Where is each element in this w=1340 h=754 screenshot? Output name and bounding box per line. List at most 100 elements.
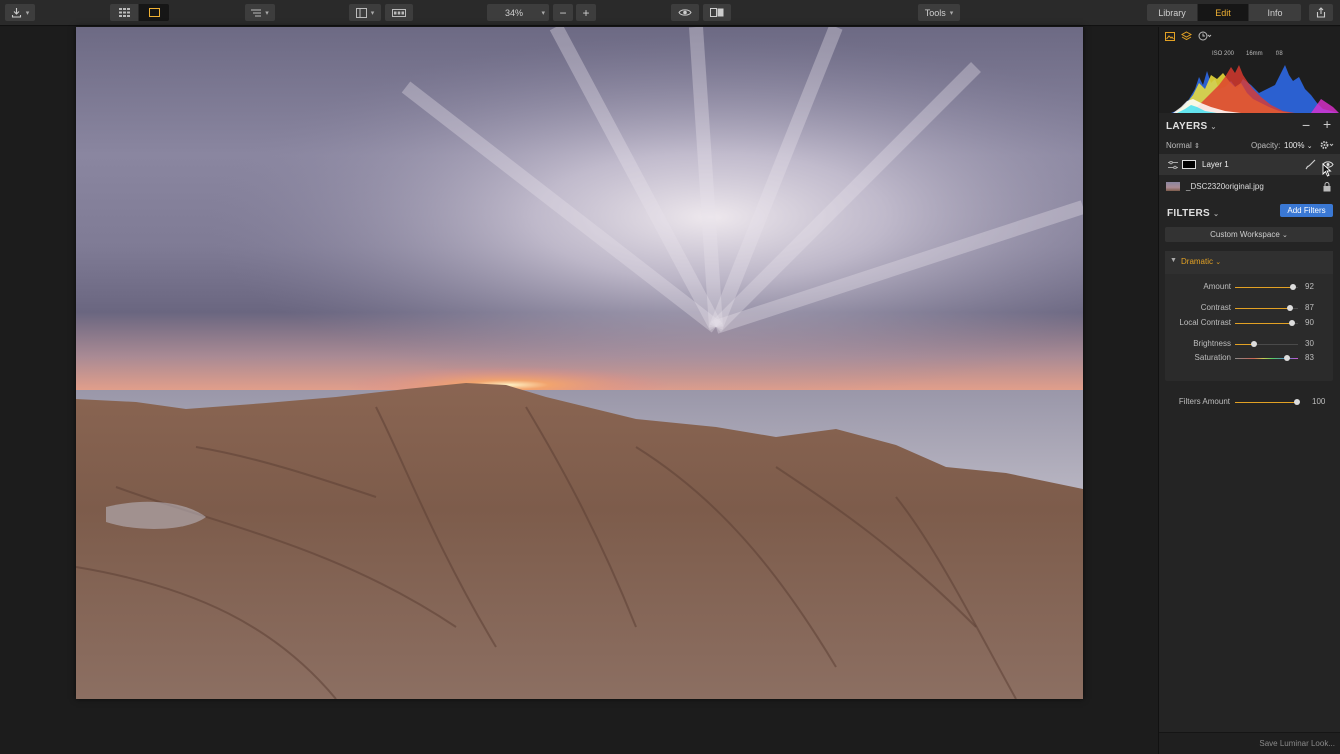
collapse-icon[interactable]: ▼ <box>1170 257 1177 264</box>
slider-contrast[interactable]: Contrast 87 <box>1159 301 1340 315</box>
histogram-area: ISO 200 16mm f/8 <box>1159 27 1340 113</box>
photo-preview[interactable] <box>76 27 1083 699</box>
panel-layout-button[interactable]: ▾ <box>349 4 381 21</box>
slider-fill <box>1235 323 1292 324</box>
layer-name: Layer 1 <box>1202 160 1229 169</box>
slider-label: Saturation <box>1194 353 1231 362</box>
slider-handle[interactable] <box>1250 341 1257 347</box>
download-icon <box>11 8 21 18</box>
slider-label: Filters Amount <box>1178 397 1230 406</box>
image-icon[interactable] <box>1165 31 1175 41</box>
exif-aperture: f/8 <box>1276 51 1283 57</box>
share-icon <box>1316 7 1326 18</box>
eye-icon <box>678 9 692 16</box>
grid-icon <box>118 8 130 17</box>
tab-edit[interactable]: Edit <box>1198 4 1249 21</box>
share-button[interactable] <box>1309 4 1333 21</box>
zoom-in-button[interactable]: + <box>576 4 596 21</box>
slider-local-contrast[interactable]: Local Contrast 90 <box>1159 316 1340 330</box>
slider-saturation[interactable]: Saturation 83 <box>1159 351 1340 365</box>
updown-icon: ⇕ <box>1194 143 1200 150</box>
slider-label: Amount <box>1203 282 1231 291</box>
slider-handle[interactable] <box>1288 320 1295 326</box>
slider-label: Contrast <box>1200 303 1231 312</box>
slider-track[interactable] <box>1235 399 1300 405</box>
blend-mode-select[interactable]: Normal ⇕ <box>1166 141 1200 150</box>
compare-button[interactable] <box>703 4 731 21</box>
zoom-out-button[interactable]: − <box>553 4 573 21</box>
cursor-icon <box>1322 163 1332 177</box>
chevron-down-icon: ⌄ <box>1213 211 1220 218</box>
slider-track[interactable] <box>1235 320 1298 326</box>
slider-handle[interactable] <box>1286 305 1293 311</box>
layer-row-2[interactable]: _DSC2320original.jpg <box>1159 176 1340 197</box>
slider-handle[interactable] <box>1294 399 1300 405</box>
slider-brightness[interactable]: Brightness 30 <box>1159 337 1340 351</box>
slider-track[interactable] <box>1235 284 1298 290</box>
remove-layer-button[interactable]: − <box>1302 117 1310 133</box>
compare-icon <box>710 8 724 17</box>
filmstrip-icon <box>392 8 406 17</box>
tools-menu[interactable]: Tools ▾ <box>918 4 960 21</box>
top-toolbar: ▾ ▾ ▾ 34% ▾ − + Tools ▾ Library Edit Inf… <box>0 0 1340 26</box>
layers-icon[interactable] <box>1181 31 1192 41</box>
histogram-chart <box>1171 65 1339 113</box>
slider-track[interactable] <box>1235 305 1298 311</box>
filter-name[interactable]: Dramatic ⌄ <box>1181 257 1221 266</box>
layer-thumbnail <box>1166 182 1180 191</box>
opacity-select[interactable]: 100% ⌄ <box>1284 141 1313 150</box>
gear-icon[interactable] <box>1320 140 1334 150</box>
save-look-button[interactable]: Save Luminar Look... <box>1259 739 1335 748</box>
filmstrip-button[interactable] <box>385 4 413 21</box>
panel-tabs <box>1165 31 1212 41</box>
slider-value: 90 <box>1305 318 1314 327</box>
export-button[interactable]: ▾ <box>5 4 35 21</box>
slider-filters-amount[interactable]: Filters Amount 100 <box>1159 395 1340 409</box>
zoom-value: 34% <box>505 7 524 18</box>
slider-value: 87 <box>1305 303 1314 312</box>
workspace-select[interactable]: Custom Workspace ⌄ <box>1165 227 1333 242</box>
slider-handle[interactable] <box>1284 355 1291 361</box>
chevron-down-icon: ▾ <box>541 9 545 17</box>
slider-label: Brightness <box>1193 339 1231 348</box>
lock-icon <box>1323 182 1331 192</box>
view-mode-toggle <box>110 4 169 21</box>
slider-value: 92 <box>1305 282 1314 291</box>
tab-info[interactable]: Info <box>1249 4 1301 21</box>
chevron-down-icon: ▾ <box>370 9 375 17</box>
slider-fill <box>1235 308 1290 309</box>
grid-view-button[interactable] <box>110 4 139 21</box>
slider-value: 83 <box>1305 353 1314 362</box>
filters-title[interactable]: FILTERS ⌄ <box>1167 208 1219 219</box>
single-view-icon <box>148 8 160 17</box>
slider-value: 100 <box>1312 397 1326 406</box>
tools-label: Tools <box>924 7 946 18</box>
mode-tabs: Library Edit Info <box>1147 4 1301 21</box>
brush-icon[interactable] <box>1305 159 1316 170</box>
layer-thumbnail <box>1182 160 1196 169</box>
list-icon <box>251 9 262 16</box>
landscape-photo <box>76 27 1083 699</box>
preview-button[interactable] <box>671 4 699 21</box>
slider-amount[interactable]: Amount 92 <box>1159 280 1340 294</box>
single-view-button[interactable] <box>139 4 169 21</box>
add-filters-button[interactable]: Add Filters <box>1280 204 1333 217</box>
add-layer-button[interactable]: + <box>1323 116 1331 132</box>
layers-title[interactable]: LAYERS ⌄ <box>1166 121 1217 132</box>
slider-track[interactable] <box>1235 355 1298 361</box>
sort-button[interactable]: ▾ <box>245 4 275 21</box>
layer-name: _DSC2320original.jpg <box>1186 182 1264 191</box>
history-icon[interactable] <box>1198 31 1212 41</box>
slider-track[interactable] <box>1235 341 1298 347</box>
tab-library[interactable]: Library <box>1147 4 1198 21</box>
chevron-down-icon: ⌄ <box>1215 259 1222 266</box>
slider-label: Local Contrast <box>1179 318 1231 327</box>
slider-value: 30 <box>1305 339 1314 348</box>
chevron-down-icon: ▾ <box>25 9 30 17</box>
zoom-select[interactable]: 34% ▾ <box>487 4 549 21</box>
slider-handle[interactable] <box>1289 284 1296 290</box>
chevron-down-icon: ▾ <box>265 9 269 17</box>
exif-focal: 16mm <box>1246 51 1263 57</box>
layer-row-1[interactable]: Layer 1 <box>1159 154 1340 175</box>
right-panel: ISO 200 16mm f/8 LAYERS ⌄ − + Normal ⇕ O… <box>1158 27 1340 754</box>
